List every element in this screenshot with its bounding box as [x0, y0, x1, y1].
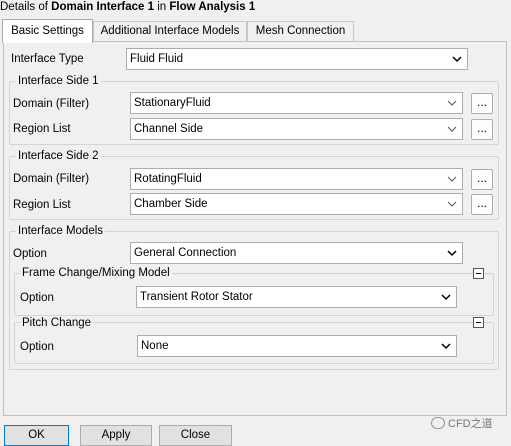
title-mid: in: [154, 1, 170, 13]
interface-models-title: Interface Models: [16, 224, 106, 238]
interface-side-1-title: Interface Side 1: [16, 74, 101, 88]
chevron-down-icon: [447, 126, 457, 132]
side2-region-value: Chamber Side: [134, 198, 208, 210]
side1-domain-label: Domain (Filter): [13, 98, 90, 110]
side1-region-browse-button[interactable]: ...: [471, 119, 493, 140]
interface-type-select[interactable]: Fluid Fluid: [126, 48, 468, 70]
models-option-value: General Connection: [134, 247, 237, 259]
apply-button[interactable]: Apply: [80, 425, 152, 446]
side2-domain-browse-button[interactable]: ...: [471, 169, 493, 190]
tab-basic-settings[interactable]: Basic Settings: [2, 19, 93, 43]
tab-mesh-connection[interactable]: Mesh Connection: [247, 21, 354, 42]
title-parent-name: Flow Analysis 1: [169, 1, 256, 13]
side1-domain-browse-button[interactable]: ...: [471, 93, 493, 114]
side1-domain-select[interactable]: StationaryFluid: [130, 92, 463, 114]
interface-side-2-title: Interface Side 2: [16, 149, 101, 163]
frame-change-title: Frame Change/Mixing Model: [20, 266, 172, 280]
side2-region-browse-button[interactable]: ...: [471, 194, 493, 215]
frame-change-option-value: Transient Rotor Stator: [140, 291, 253, 303]
models-option-select[interactable]: General Connection: [130, 242, 463, 264]
frame-change-option-label: Option: [20, 292, 54, 304]
chevron-down-icon: [441, 343, 451, 350]
side1-region-value: Channel Side: [134, 123, 204, 135]
models-option-label: Option: [13, 248, 47, 260]
chevron-down-icon: [441, 294, 451, 301]
watermark-text: CFD之道: [448, 418, 493, 430]
chevron-down-icon: [447, 201, 457, 207]
ok-button[interactable]: OK: [4, 425, 69, 446]
panel-title: Details of Domain Interface 1 in Flow An…: [0, 0, 255, 17]
chevron-down-icon: [447, 250, 457, 257]
frame-change-option-select[interactable]: Transient Rotor Stator: [136, 286, 457, 308]
chevron-down-icon: [447, 100, 457, 106]
close-button[interactable]: Close: [159, 425, 232, 446]
side2-domain-value: RotatingFluid: [134, 173, 202, 185]
wechat-icon: [431, 417, 445, 429]
pitch-change-title: Pitch Change: [20, 316, 94, 330]
collapse-icon[interactable]: [473, 268, 484, 279]
title-object-name: Domain Interface 1: [51, 1, 155, 13]
watermark: CFD之道: [431, 415, 493, 433]
side2-domain-label: Domain (Filter): [13, 173, 90, 185]
side2-region-label: Region List: [13, 199, 71, 211]
interface-type-value: Fluid Fluid: [130, 53, 184, 65]
chevron-down-icon: [452, 56, 462, 63]
side2-domain-select[interactable]: RotatingFluid: [130, 168, 463, 190]
collapse-icon[interactable]: [473, 317, 484, 328]
side2-region-select[interactable]: Chamber Side: [130, 193, 463, 215]
tab-additional-interface-models[interactable]: Additional Interface Models: [93, 21, 247, 42]
side1-domain-value: StationaryFluid: [134, 97, 211, 109]
pitch-change-option-select[interactable]: None: [137, 335, 457, 357]
side1-region-select[interactable]: Channel Side: [130, 118, 463, 140]
chevron-down-icon: [447, 176, 457, 182]
pitch-change-option-label: Option: [20, 341, 54, 353]
interface-type-label: Interface Type: [11, 53, 84, 65]
side1-region-label: Region List: [13, 123, 71, 135]
pitch-change-option-value: None: [141, 340, 169, 352]
title-prefix: Details of: [0, 1, 52, 13]
